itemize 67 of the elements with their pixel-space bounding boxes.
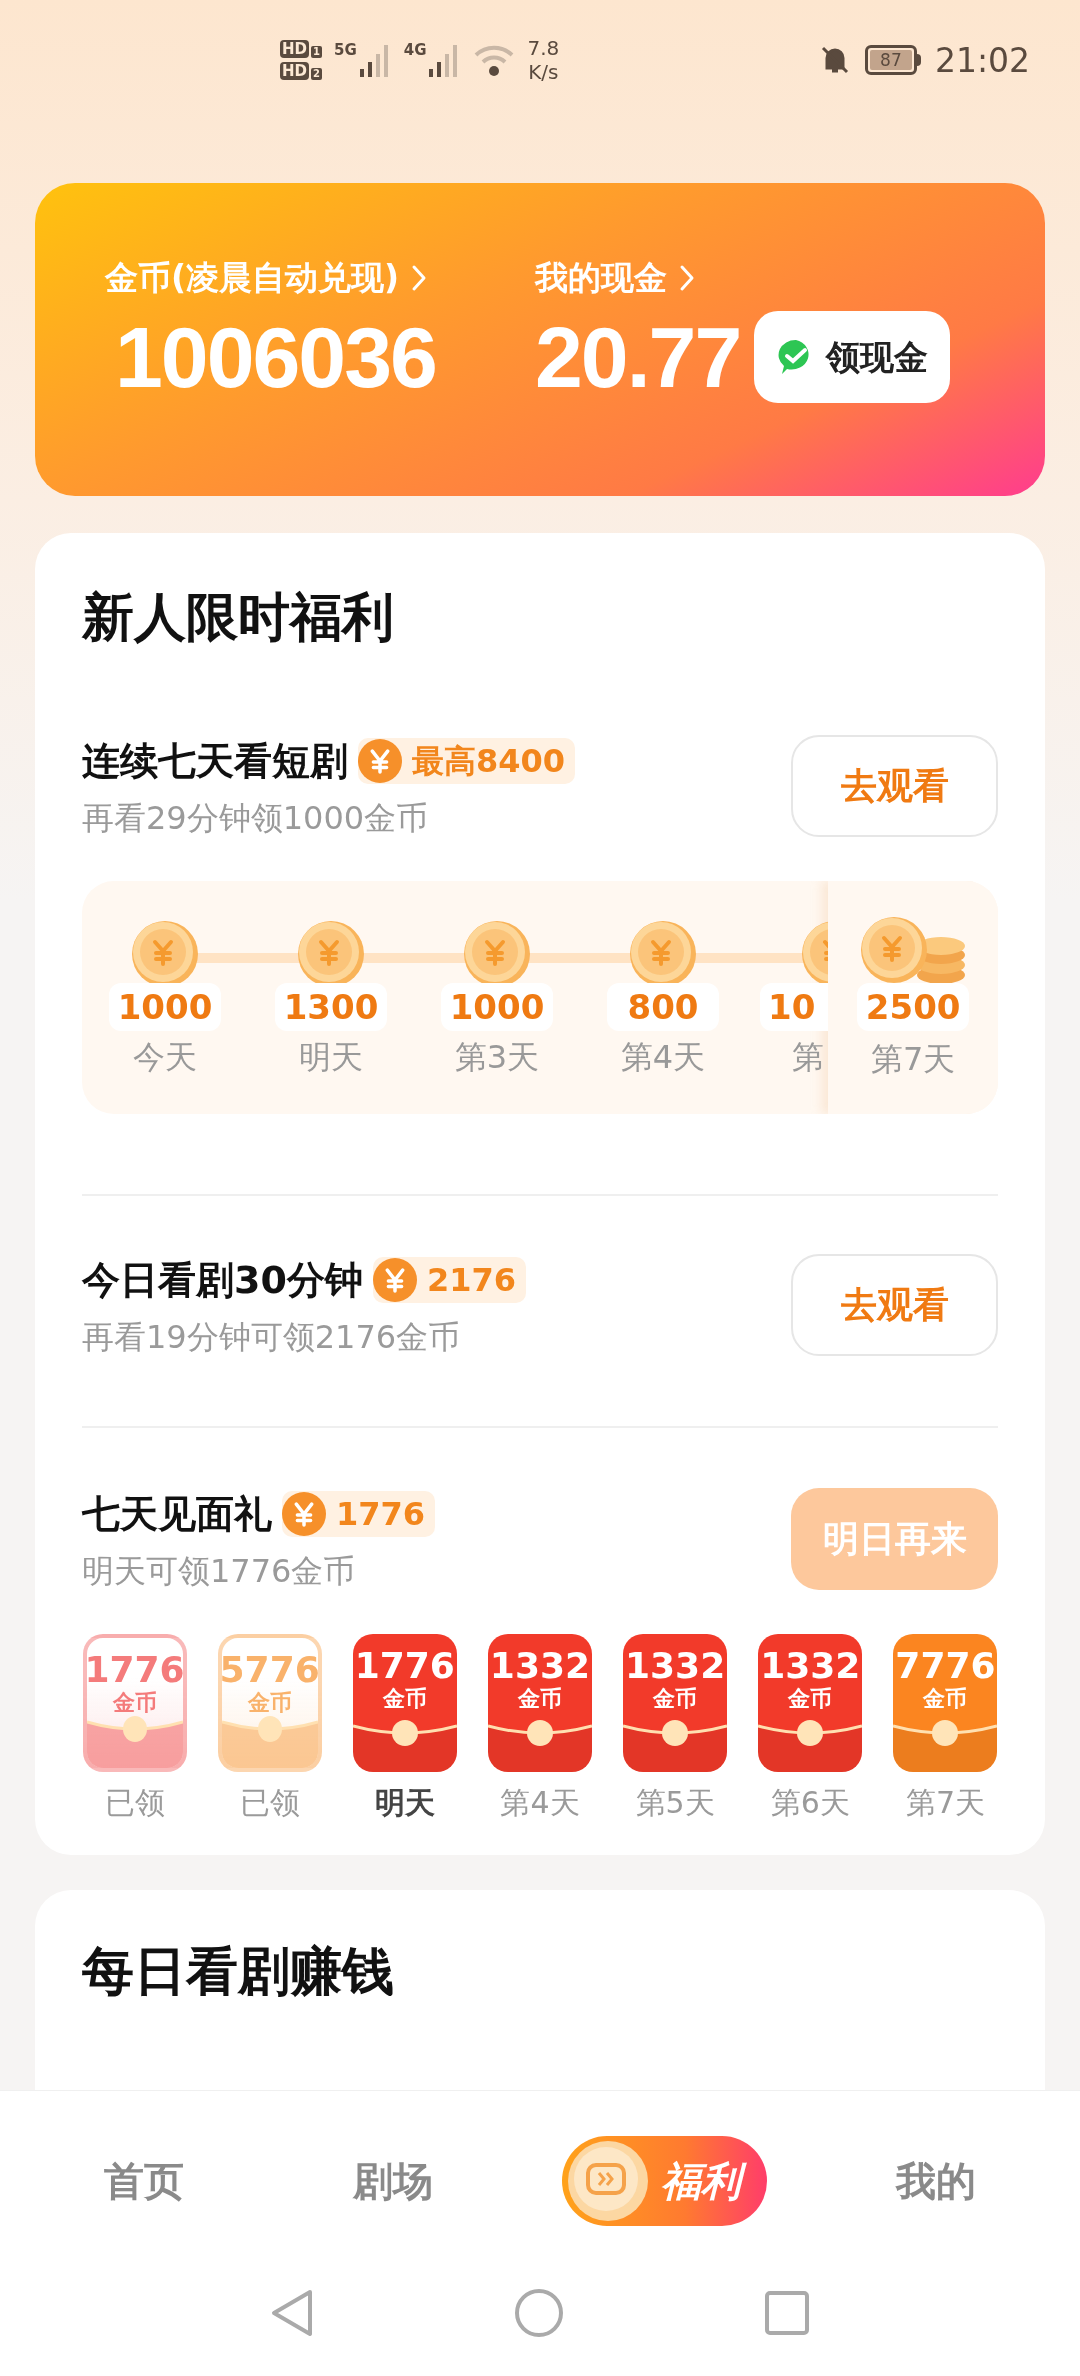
day-label: 第3天 — [454, 1041, 540, 1074]
speed-unit: K/s — [528, 60, 559, 84]
task-title: 七天见面礼 — [82, 1495, 272, 1534]
day-label: 第 — [792, 1041, 824, 1074]
wifi-icon — [473, 43, 516, 77]
reward-amount: 2500 — [857, 983, 970, 1032]
reward-amount: 1000 — [109, 983, 221, 1032]
nav-tab[interactable]: 福利 — [561, 2135, 767, 2226]
network-speed: 7.8 — [527, 36, 560, 60]
gift-envelope: 1332 金币 — [487, 1634, 592, 1773]
day-label: 已领 — [239, 1788, 300, 1819]
home-icon[interactable] — [514, 2288, 564, 2338]
day-label: 第5天 — [635, 1788, 715, 1819]
gift-envelope: 1776 金币 — [82, 1634, 187, 1773]
yen-icon — [358, 739, 402, 784]
gift-envelope: 1332 金币 — [623, 1634, 728, 1773]
hd-badge: HD — [280, 62, 309, 80]
task-title: 今日看剧30分钟 — [82, 1261, 363, 1300]
reward-badge: 最高8400 — [358, 738, 576, 785]
reward-amount: 10 — [760, 983, 829, 1032]
chevron-right-icon — [679, 263, 695, 292]
reward-amount: 1000 — [441, 983, 553, 1032]
nav-tab[interactable]: 剧场 — [313, 2135, 474, 2226]
task-subtitle: 明天可领1776金币 — [82, 1555, 357, 1588]
nav-tab[interactable]: 首页 — [64, 2135, 225, 2226]
gift-envelope: 1332 金币 — [758, 1634, 863, 1773]
day-label: 第4天 — [500, 1788, 580, 1819]
coins-link[interactable]: 金币(凌晨自动兑现) — [105, 261, 400, 294]
back-icon[interactable] — [270, 2288, 314, 2338]
network-type: 4G — [403, 43, 427, 58]
task-subtitle: 再看19分钟可领2176金币 — [82, 1321, 462, 1354]
coin-play-icon — [565, 2138, 650, 2223]
recents-icon[interactable] — [764, 2290, 810, 2336]
sim-slot: 1 — [311, 46, 322, 58]
nav-tab[interactable]: 我的 — [855, 2135, 1016, 2226]
gift-envelope: 5776 金币 — [217, 1634, 322, 1773]
network-type: 5G — [334, 43, 357, 58]
cash-link[interactable]: 我的现金 — [535, 261, 667, 294]
yen-icon — [372, 1258, 417, 1303]
task-subtitle: 再看29分钟领1000金币 — [82, 802, 430, 835]
task-title: 连续七天看短剧 — [82, 742, 348, 781]
task-button[interactable]: 去观看 — [791, 735, 998, 838]
day-label: 第7天 — [871, 1043, 956, 1076]
reward-badge: 2176 — [372, 1257, 526, 1304]
day-label: 今天 — [133, 1041, 197, 1074]
clock: 21:02 — [934, 43, 1030, 77]
day-label: 明天 — [299, 1041, 363, 1074]
reward-amount: 800 — [607, 983, 719, 1032]
gift-envelope: 7776 金币 — [893, 1634, 998, 1773]
yen-icon — [282, 1492, 326, 1537]
coins-amount: 1006036 — [115, 308, 437, 407]
day-label: 明天 — [374, 1788, 435, 1819]
chevron-right-icon — [411, 263, 428, 292]
cash-amount: 20.77 — [535, 308, 741, 407]
withdraw-button[interactable]: 领现金 — [754, 311, 951, 404]
day-label: 第7天 — [905, 1788, 985, 1819]
task-button[interactable]: 去观看 — [791, 1254, 998, 1357]
gift-envelope: 1776 金币 — [352, 1634, 457, 1773]
day-label: 已领 — [104, 1788, 165, 1819]
section-title: 新人限时福利 — [82, 591, 395, 644]
sim-slot: 2 — [311, 68, 322, 80]
day-label: 第6天 — [770, 1788, 850, 1819]
reward-amount: 1300 — [275, 983, 387, 1032]
section-title: 每日看剧赚钱 — [82, 1945, 395, 1997]
hd-badge: HD — [280, 40, 309, 58]
day-label: 第4天 — [620, 1041, 706, 1074]
reward-badge: 1776 — [282, 1491, 436, 1538]
